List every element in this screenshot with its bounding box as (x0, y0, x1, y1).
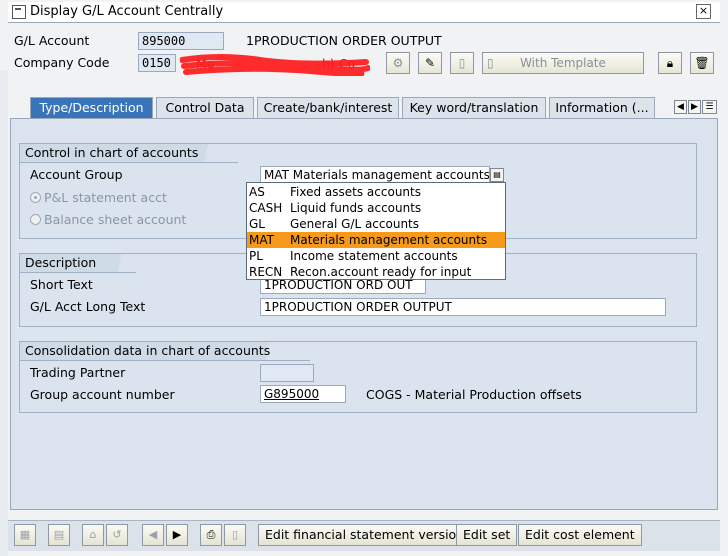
redaction-scribble (180, 54, 370, 76)
edit-pencil-icon[interactable]: ✎ (418, 52, 442, 74)
tab-scroll-left-icon[interactable]: ◀ (674, 100, 687, 114)
document-icon[interactable]: ▯ (224, 524, 246, 546)
consolidation-group-title: Consolidation data in chart of accounts (20, 342, 311, 361)
trading-partner-field[interactable] (260, 364, 314, 382)
description-group-title: Description (20, 254, 137, 273)
gl-account-field[interactable]: 895000 (138, 32, 224, 50)
account-group-dropdown[interactable]: AS Fixed assets accounts CASH Liquid fun… (246, 182, 506, 280)
short-text-label: Short Text (30, 277, 93, 292)
trading-partner-label: Trading Partner (30, 365, 126, 380)
create-document-icon[interactable]: ▯ (450, 52, 474, 74)
balance-sheet-label: Balance sheet account (44, 212, 187, 227)
edit-fs-version-button[interactable]: Edit financial statement version (258, 524, 472, 546)
with-template-label: With Template (520, 56, 606, 70)
with-template-button[interactable]: ▯ With Template (482, 52, 644, 74)
left-edge-strip (0, 70, 8, 556)
next-icon[interactable]: ▶ (166, 524, 188, 546)
dropdown-option-as[interactable]: AS Fixed assets accounts (247, 184, 505, 200)
lock-icon[interactable]: 🔒︎ (658, 52, 682, 74)
edit-set-button[interactable]: Edit set (456, 524, 518, 546)
window-title: Display G/L Account Centrally (30, 4, 224, 19)
pl-statement-radio[interactable] (30, 192, 41, 203)
dropdown-option-pl[interactable]: PL Income statement accounts (247, 248, 505, 264)
dropdown-option-mat[interactable]: MAT Materials management accounts (247, 232, 505, 248)
other-company-icon[interactable]: ⚙ (386, 52, 410, 74)
gl-account-label: G/L Account (14, 33, 90, 48)
tab-create-bank-interest[interactable]: Create/bank/interest (257, 97, 399, 118)
consolidation-group: Consolidation data in chart of accounts … (19, 341, 697, 413)
company-code-field[interactable]: 0150 (138, 54, 176, 72)
tab-scroll-right-icon[interactable]: ▶ (688, 100, 701, 114)
tab-control-data[interactable]: Control Data (156, 97, 254, 118)
dropdown-option-cash[interactable]: CASH Liquid funds accounts (247, 200, 505, 216)
dropdown-list-icon[interactable]: ▤ (490, 168, 504, 182)
unlink-icon[interactable]: ↺ (106, 524, 128, 546)
tab-information[interactable]: Information (... (549, 97, 655, 118)
group-account-field[interactable]: G895000 (260, 385, 346, 403)
long-text-field[interactable]: 1PRODUCTION ORDER OUTPUT (260, 298, 666, 316)
template-document-icon: ▯ (487, 56, 494, 70)
group-account-label: Group account number (30, 387, 175, 402)
edit-cost-element-button[interactable]: Edit cost element (518, 524, 642, 546)
pl-statement-label: P&L statement acct (44, 190, 167, 205)
link-icon[interactable]: ⌂ (82, 524, 104, 546)
dropdown-option-recn[interactable]: RECN Recon.account ready for input (247, 264, 505, 280)
close-icon[interactable]: × (696, 4, 711, 19)
long-text-label: G/L Acct Long Text (30, 299, 146, 314)
tab-keyword-translation[interactable]: Key word/translation (402, 97, 546, 118)
control-group-title: Control in chart of accounts (20, 144, 239, 163)
tab-content-panel: Control in chart of accounts Account Gro… (10, 118, 718, 510)
gl-account-description: 1PRODUCTION ORDER OUTPUT (246, 33, 442, 48)
window-icon (12, 5, 26, 19)
group-account-description: COGS - Material Production offsets (366, 387, 582, 402)
previous-icon[interactable]: ◀ (142, 524, 164, 546)
trash-icon[interactable]: 🗑︎ (690, 52, 714, 74)
print-icon[interactable]: ⎙ (200, 524, 222, 546)
balance-sheet-radio[interactable] (30, 214, 41, 225)
account-group-label: Account Group (30, 167, 123, 182)
gl-account-window: Display G/L Account Centrally × G/L Acco… (0, 0, 728, 556)
tab-list-icon[interactable]: ☰ (702, 100, 717, 114)
tree-icon[interactable]: ▤ (48, 524, 70, 546)
company-code-label: Company Code (14, 55, 110, 70)
title-bar: Display G/L Account Centrally × (8, 2, 720, 23)
tab-type-description[interactable]: Type/Description (30, 97, 153, 118)
hierarchy-icon[interactable]: ▦ (14, 524, 36, 546)
dropdown-option-gl[interactable]: GL General G/L accounts (247, 216, 505, 232)
